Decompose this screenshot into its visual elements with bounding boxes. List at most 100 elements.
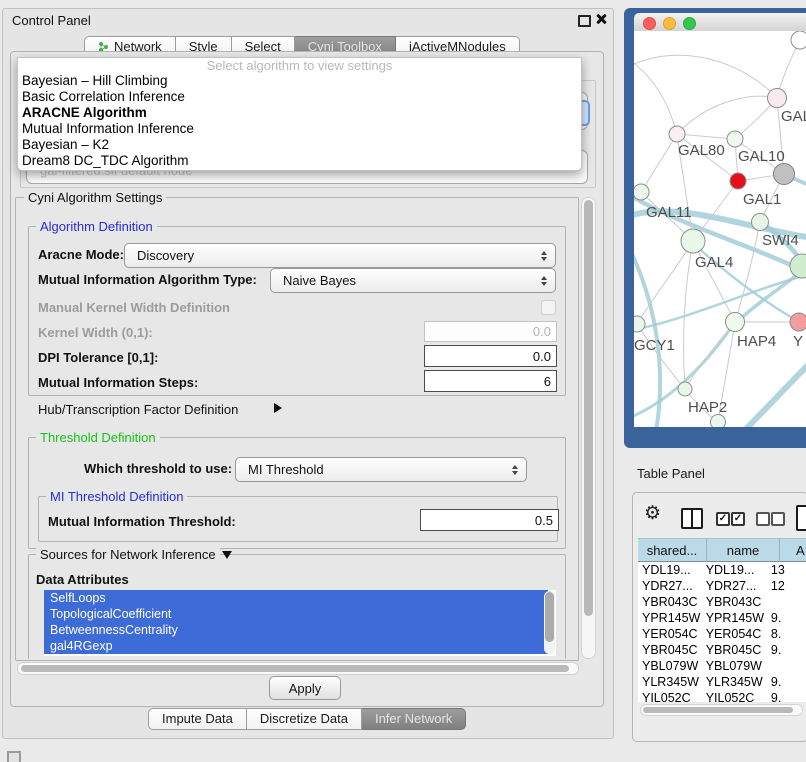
columns-icon[interactable] — [681, 508, 703, 529]
network-node[interactable] — [681, 229, 705, 253]
network-canvas[interactable]: GAL7 GAL80 GAL10 GAL1 GAL11 SWI4 GAL4 GC… — [634, 31, 806, 427]
algorithm-option[interactable]: Dream8 DC_TDC Algorithm — [18, 153, 581, 169]
table-row[interactable]: YER054CYER054C8. — [638, 626, 806, 642]
algorithm-option[interactable]: Bayesian – Hill Climbing — [18, 73, 581, 89]
table-cell: YDL19... — [702, 562, 769, 578]
hub-definition-label[interactable]: Hub/Transcription Factor Definition — [38, 402, 238, 417]
network-node[interactable] — [726, 313, 745, 332]
table-function-icon[interactable] — [796, 505, 806, 531]
collapse-down-icon[interactable] — [222, 551, 232, 559]
table-cell: 12 — [769, 578, 806, 594]
checked-checkbox-icon[interactable]: ✓ — [716, 512, 730, 526]
control-panel-title: Control Panel — [12, 13, 91, 28]
table-horizontal-scrollbar[interactable] — [640, 704, 803, 716]
which-threshold-combobox[interactable]: MI Threshold — [235, 457, 527, 482]
settings-vscrollbar-thumb[interactable] — [584, 200, 593, 616]
network-node[interactable] — [711, 415, 726, 428]
network-node[interactable] — [669, 126, 685, 142]
algorithm-definition-title: Algorithm Definition — [36, 220, 157, 233]
manual-kernel-checkbox[interactable] — [541, 300, 556, 315]
table-cell: YBL079W — [638, 658, 702, 674]
checked-checkbox-icon[interactable]: ✓ — [731, 512, 745, 526]
table-cell: YBR045C — [702, 642, 769, 658]
combobox-stepper-icon — [512, 465, 518, 475]
table-row[interactable]: YBL079WYBL079W — [638, 658, 806, 674]
table-hscrollbar-thumb[interactable] — [643, 707, 793, 713]
table-row[interactable]: YIL052CYIL052C9. — [638, 690, 806, 702]
unchecked-checkbox-icon[interactable] — [756, 512, 770, 526]
list-item[interactable]: BetweennessCentrality — [44, 622, 548, 638]
table-cell: YDR27... — [702, 578, 769, 594]
network-node[interactable] — [678, 382, 692, 396]
table-cell: YBR043C — [638, 594, 702, 610]
network-node[interactable] — [634, 316, 645, 332]
tab-infer-network[interactable]: Infer Network — [362, 708, 466, 730]
unchecked-checkbox-icon[interactable] — [771, 512, 785, 526]
table-panel-title: Table Panel — [637, 466, 705, 481]
tab-discretize-data[interactable]: Discretize Data — [247, 708, 362, 730]
aracne-mode-combobox[interactable]: Discovery — [124, 243, 556, 268]
data-attributes-label: Data Attributes — [36, 572, 129, 587]
table-cell: YLR345W — [702, 674, 769, 690]
algorithm-option[interactable]: Mutual Information Inference — [18, 121, 581, 137]
table-row[interactable]: YPR145WYPR145W9. — [638, 610, 806, 626]
network-node[interactable] — [752, 214, 769, 231]
column-header[interactable]: name — [707, 538, 780, 562]
settings-horizontal-scrollbar[interactable] — [17, 662, 579, 675]
table-cell: YER054C — [638, 626, 702, 642]
list-item[interactable]: gal4RGexp — [44, 638, 548, 654]
table-row[interactable]: YLR345WYLR345W9. — [638, 674, 806, 690]
zoom-traffic-light[interactable] — [683, 17, 696, 30]
tab-impute-data[interactable]: Impute Data — [148, 708, 247, 730]
column-header[interactable]: A — [780, 538, 806, 562]
table-row[interactable]: YDR27...YDR27...12 — [638, 578, 806, 594]
table-row[interactable]: YBR045CYBR045C9. — [638, 642, 806, 658]
mi-steps-label: Mutual Information Steps: — [38, 375, 198, 390]
network-node[interactable] — [727, 131, 743, 147]
table-row[interactable]: YBR043CYBR043C — [638, 594, 806, 610]
network-node[interactable] — [634, 184, 649, 200]
list-vscrollbar-thumb[interactable] — [545, 592, 554, 642]
close-icon[interactable] — [595, 13, 607, 25]
dock-panel-icon[interactable] — [7, 751, 21, 762]
aracne-mode-value: Discovery — [137, 248, 194, 263]
table-cell: YBR045C — [638, 642, 702, 658]
algorithm-option-selected[interactable]: ARACNE Algorithm — [18, 105, 581, 121]
network-node[interactable] — [768, 89, 787, 108]
gear-icon[interactable]: ⚙ — [644, 504, 661, 523]
settings-hscrollbar-thumb[interactable] — [21, 665, 569, 672]
tab-discretize-data-label: Discretize Data — [260, 709, 348, 729]
table-row[interactable]: YDL19...YDL19...13 — [638, 562, 806, 578]
which-threshold-value: MI Threshold — [248, 462, 324, 477]
apply-button[interactable]: Apply — [269, 676, 341, 700]
network-node[interactable] — [790, 254, 806, 278]
network-node[interactable] — [791, 31, 806, 49]
list-item[interactable]: SelfLoops — [44, 590, 548, 606]
list-item[interactable]: TopologicalCoefficient — [44, 606, 548, 622]
node-label: SWI4 — [762, 232, 799, 249]
mi-threshold-field[interactable]: 0.5 — [420, 509, 559, 531]
minimize-traffic-light[interactable] — [663, 17, 676, 30]
table-cell: 9. — [769, 690, 806, 702]
algorithm-option[interactable]: Bayesian – K2 — [18, 137, 581, 153]
network-node-salmon[interactable] — [790, 313, 806, 331]
network-node-gray[interactable] — [774, 164, 795, 185]
dpi-tolerance-field[interactable]: 0.0 — [424, 345, 557, 367]
node-label: GAL7 — [781, 108, 806, 125]
algorithm-option[interactable]: Basic Correlation Inference — [18, 89, 581, 105]
mi-threshold-label: Mutual Information Threshold: — [48, 514, 236, 529]
algorithm-dropdown-popup: Select algorithm to view settings Bayesi… — [17, 57, 582, 171]
column-header[interactable]: shared... — [638, 538, 707, 562]
table-cell — [769, 658, 806, 674]
mi-type-combobox[interactable]: Naive Bayes — [270, 268, 556, 293]
network-window-titlebar[interactable] — [634, 13, 806, 32]
network-node-red[interactable] — [730, 173, 746, 189]
which-threshold-label: Which threshold to use: — [84, 461, 232, 476]
list-vertical-scrollbar[interactable] — [544, 591, 555, 654]
float-window-icon[interactable] — [578, 15, 591, 27]
expand-right-icon[interactable] — [274, 403, 282, 413]
mi-steps-field[interactable]: 6 — [424, 370, 557, 392]
close-traffic-light[interactable] — [643, 17, 656, 30]
kernel-width-field[interactable]: 0.0 — [424, 321, 557, 342]
settings-vertical-scrollbar[interactable] — [581, 197, 596, 659]
